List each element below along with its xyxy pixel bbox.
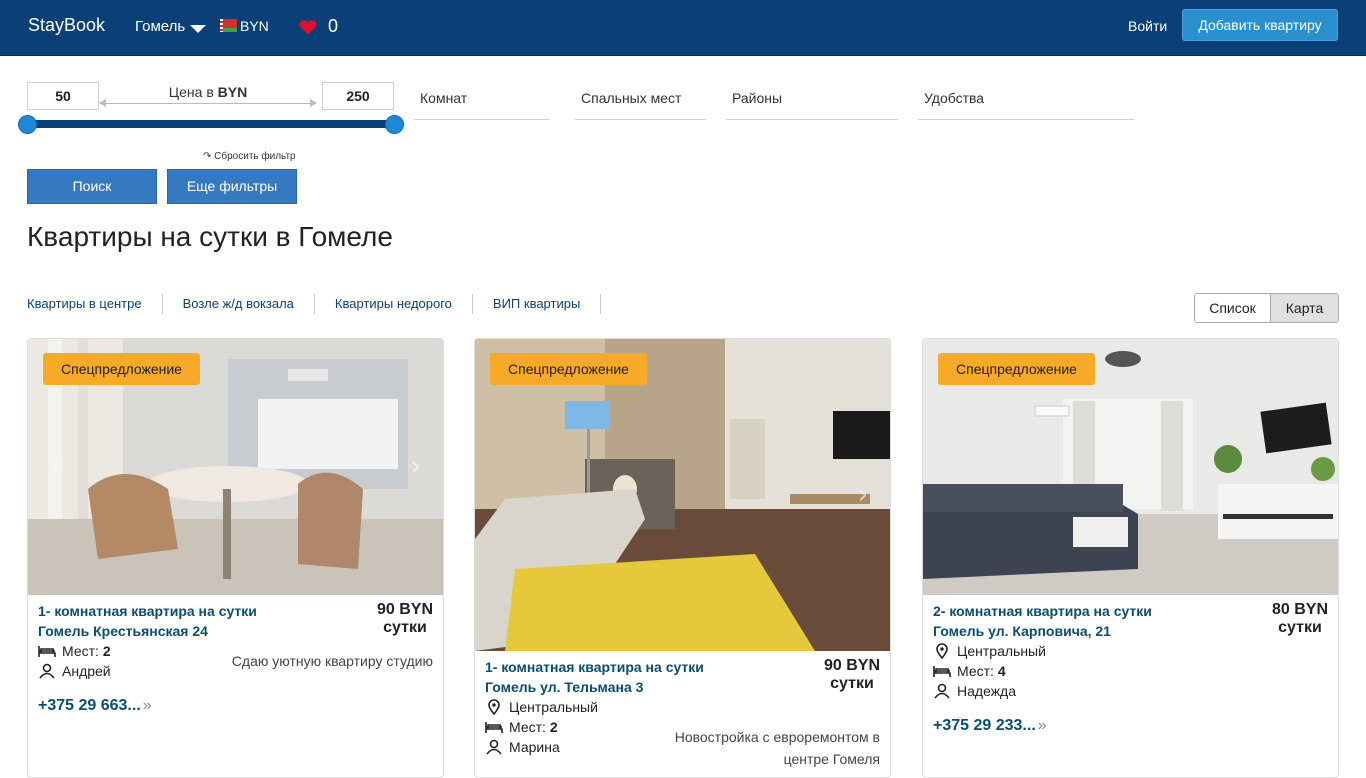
quick-link-vip[interactable]: ВИП квартиры	[493, 294, 602, 314]
listing-phone[interactable]: +375 29 663...»	[38, 697, 152, 715]
listing-host: Надежда	[933, 681, 1016, 701]
amenities-dropdown[interactable]: Удобства	[918, 90, 1134, 120]
listing-address[interactable]: Гомель ул. Карповича, 21	[933, 621, 1111, 641]
quick-link-center[interactable]: Квартиры в центре	[27, 294, 163, 314]
price-slider-min-handle[interactable]	[18, 115, 37, 134]
listing-district: Центральный	[485, 697, 598, 717]
listing-phone[interactable]: +375 29 233...»	[933, 717, 1047, 735]
photo-next-icon[interactable]: ›	[411, 452, 421, 482]
price-label: Цена в BYN	[120, 84, 296, 100]
listing-card[interactable]: Спецпредложение ‹ › 1- комнатная квартир…	[27, 338, 444, 778]
favorites-count[interactable]: 0	[328, 16, 338, 37]
bed-icon	[38, 646, 56, 657]
listing-host: Андрей	[38, 661, 111, 681]
listing-card[interactable]: Спецпредложение › 1- комнатная квартира …	[474, 338, 891, 778]
price-range-arrow	[99, 99, 317, 107]
login-link[interactable]: Войти	[1128, 18, 1167, 34]
listing-address[interactable]: Гомель Крестьянская 24	[38, 621, 208, 641]
reset-filter-link[interactable]: ↷ Сбросить фильтр	[203, 151, 296, 162]
logo[interactable]: StayBook	[28, 15, 105, 36]
special-offer-badge: Спецпредложение	[938, 353, 1095, 385]
host-name: Надежда	[957, 683, 1017, 699]
places-label: Мест:	[957, 663, 994, 679]
map-pin-icon	[936, 643, 948, 659]
map-pin-icon	[488, 699, 500, 715]
price-label-currency: BYN	[217, 84, 248, 100]
price-unit: сутки	[383, 619, 427, 636]
price-value: 80 BYN	[1271, 601, 1328, 618]
host-name: Марина	[509, 739, 560, 755]
view-toggle: Список Карта	[1194, 293, 1339, 323]
places-value: 4	[997, 663, 1006, 679]
user-icon	[934, 683, 950, 699]
price-max-input[interactable]: 250	[322, 82, 394, 110]
quick-links: Квартиры в центре Возле ж/д вокзала Квар…	[27, 294, 621, 314]
district-name: Центральный	[509, 699, 598, 715]
chevron-down-icon[interactable]	[190, 25, 206, 33]
heart-icon[interactable]	[299, 18, 317, 36]
description-line: Новостройка с евроремонтом в	[674, 729, 880, 745]
rooms-dropdown[interactable]: Комнат	[414, 90, 549, 120]
listing-card[interactable]: Спецпредложение 2- комнатная квартира на…	[922, 338, 1339, 778]
listing-title[interactable]: 2- комнатная квартира на сутки	[933, 601, 1152, 621]
phone-number[interactable]: +375 29 233...	[933, 717, 1036, 734]
listing-photo[interactable]: Спецпредложение	[923, 339, 1338, 595]
price-min-input[interactable]: 50	[27, 82, 99, 110]
host-name: Андрей	[62, 663, 111, 679]
listing-places: Мест: 2	[38, 641, 111, 661]
listing-district: Центральный	[933, 641, 1046, 661]
listing-title[interactable]: 1- комнатная квартира на сутки	[38, 601, 257, 621]
listing-places: Мест: 2	[485, 717, 558, 737]
listing-photo[interactable]: Спецпредложение ‹ ›	[28, 339, 443, 595]
bed-icon	[933, 666, 951, 677]
user-icon	[486, 739, 502, 755]
list-view-button[interactable]: Список	[1195, 294, 1271, 322]
photo-next-icon[interactable]: ›	[858, 480, 868, 510]
listing-title[interactable]: 1- комнатная квартира на сутки	[485, 657, 704, 677]
map-view-button[interactable]: Карта	[1271, 294, 1338, 322]
listing-host: Марина	[485, 737, 560, 757]
places-label: Мест:	[62, 643, 99, 659]
double-chevron-icon[interactable]: »	[1038, 717, 1047, 734]
add-apartment-button[interactable]: Добавить квартиру	[1182, 9, 1338, 41]
special-offer-badge: Спецпредложение	[43, 353, 200, 385]
currency-selector[interactable]: BYN	[240, 18, 269, 34]
listing-photo[interactable]: Спецпредложение ›	[475, 339, 890, 651]
places-value: 2	[549, 719, 558, 735]
listing-description: Новостройка с евроремонтом в центре Гоме…	[675, 726, 880, 770]
price-unit: сутки	[1278, 619, 1322, 636]
price-value: 90 BYN	[823, 657, 880, 674]
price-label-text: Цена в	[168, 84, 218, 100]
belarus-flag-icon	[220, 19, 237, 32]
special-offer-badge: Спецпредложение	[490, 353, 647, 385]
price-value: 90 BYN	[376, 601, 433, 618]
quick-link-station[interactable]: Возле ж/д вокзала	[183, 294, 315, 314]
price-slider-track[interactable]	[27, 120, 395, 128]
price-slider-max-handle[interactable]	[385, 115, 404, 134]
bed-icon	[485, 722, 503, 733]
price-unit: сутки	[830, 675, 874, 692]
beds-dropdown[interactable]: Спальных мест	[575, 90, 706, 120]
places-value: 2	[102, 643, 111, 659]
quick-link-cheap[interactable]: Квартиры недорого	[335, 294, 473, 314]
district-name: Центральный	[957, 643, 1046, 659]
listing-address[interactable]: Гомель ул. Тельмана 3	[485, 677, 643, 697]
listing-places: Мест: 4	[933, 661, 1006, 681]
more-filters-button[interactable]: Еще фильтры	[167, 169, 297, 204]
description-line: центре Гомеля	[783, 751, 880, 767]
phone-number[interactable]: +375 29 663...	[38, 697, 141, 714]
places-label: Мест:	[509, 719, 546, 735]
double-chevron-icon[interactable]: »	[143, 697, 152, 714]
districts-dropdown[interactable]: Районы	[726, 90, 898, 120]
photo-prev-icon[interactable]: ‹	[50, 452, 60, 482]
city-selector[interactable]: Гомель	[135, 18, 185, 35]
listing-description: Сдаю уютную квартиру студию	[231, 653, 433, 669]
search-button[interactable]: Поиск	[27, 169, 157, 204]
page-title: Квартиры на сутки в Гомеле	[27, 221, 393, 252]
top-navbar: StayBook Гомель BYN 0 Войти Добавить ква…	[0, 0, 1366, 56]
listing-price: 90 BYN сутки	[824, 657, 880, 693]
listing-price: 90 BYN сутки	[377, 601, 433, 637]
user-icon	[39, 663, 55, 679]
listing-price: 80 BYN сутки	[1272, 601, 1328, 637]
